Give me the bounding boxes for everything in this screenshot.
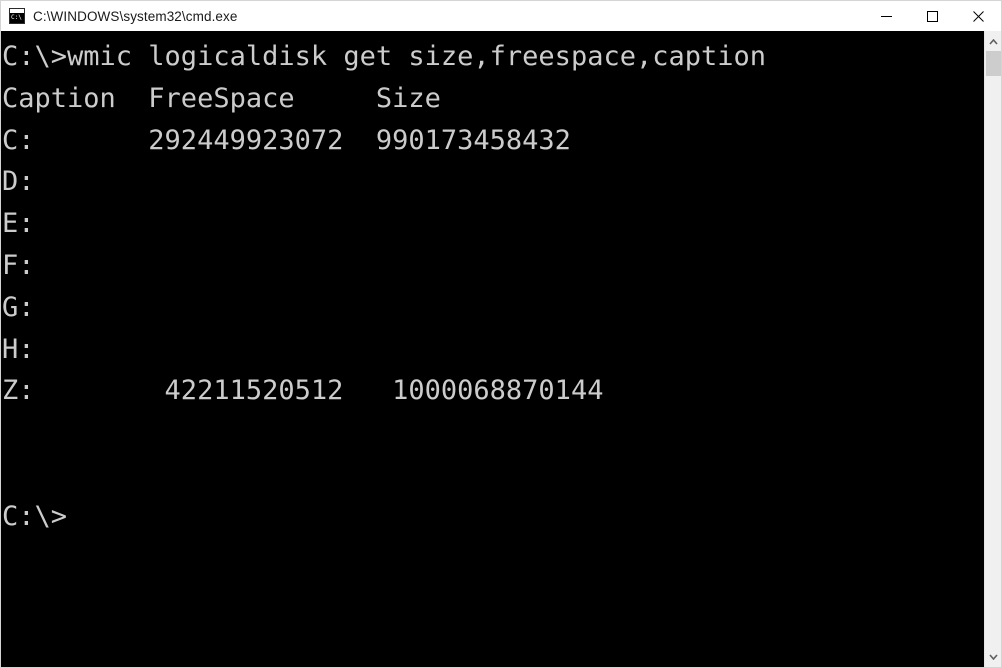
close-button[interactable] [955, 1, 1001, 31]
window-controls [863, 1, 1001, 31]
cmd-icon-titlestrip [10, 9, 24, 13]
window-title: C:\WINDOWS\system32\cmd.exe [33, 8, 238, 24]
terminal-text: C:\>wmic logicaldisk get size,freespace,… [2, 41, 767, 532]
scrollbar-track[interactable] [985, 50, 1001, 648]
scrollbar-thumb[interactable] [986, 51, 1001, 76]
cmd-icon-prompt-text: C:\ [11, 14, 22, 21]
cmd-window: C:\ C:\WINDOWS\system32\cmd.exe C:\>wmic… [0, 0, 1002, 668]
maximize-icon [926, 10, 938, 22]
console-output-area[interactable]: C:\>wmic logicaldisk get size,freespace,… [1, 31, 1001, 667]
minimize-icon [880, 15, 892, 17]
vertical-scrollbar[interactable] [984, 31, 1001, 667]
scroll-down-arrow-button[interactable] [985, 648, 1001, 665]
scroll-up-arrow-button[interactable] [985, 33, 1001, 50]
maximize-button[interactable] [909, 1, 955, 31]
cmd-console-icon: C:\ [9, 8, 25, 24]
title-bar-left: C:\ C:\WINDOWS\system32\cmd.exe [1, 8, 863, 24]
title-bar[interactable]: C:\ C:\WINDOWS\system32\cmd.exe [1, 1, 1001, 32]
chevron-up-icon [988, 38, 998, 45]
chevron-down-icon [988, 653, 998, 660]
close-icon [972, 10, 984, 22]
minimize-button[interactable] [863, 1, 909, 31]
